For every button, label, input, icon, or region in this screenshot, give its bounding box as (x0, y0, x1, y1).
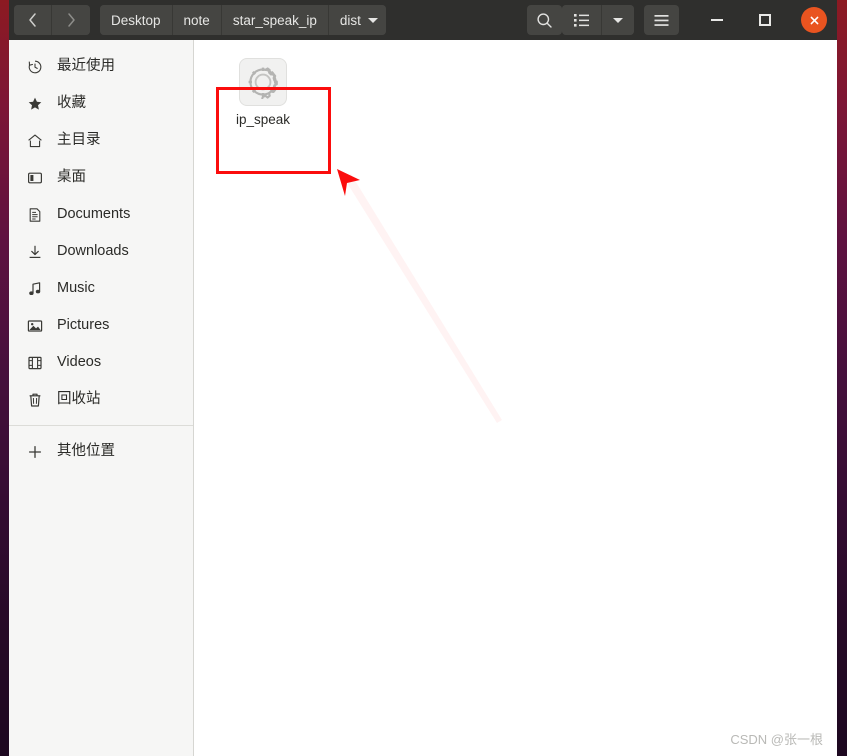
chevron-right-icon (67, 13, 75, 27)
maximize-button[interactable] (753, 8, 777, 32)
breadcrumb-label: star_speak_ip (232, 12, 317, 28)
search-button[interactable] (527, 5, 562, 35)
sidebar-item-label: Documents (57, 206, 131, 223)
maximize-icon (759, 14, 771, 26)
breadcrumb-label: note (183, 12, 210, 28)
sidebar-item-label: 回收站 (57, 391, 101, 408)
header-bar: Desktop note star_speak_ip dist (8, 0, 837, 40)
breadcrumb-item-desktop[interactable]: Desktop (100, 5, 173, 35)
sidebar-item-home[interactable]: 主目录 (8, 122, 193, 159)
search-icon (537, 12, 552, 28)
desktop-wallpaper-left (0, 0, 9, 756)
sidebar-item-pictures[interactable]: Pictures (8, 307, 193, 344)
sidebar-item-documents[interactable]: Documents (8, 196, 193, 233)
navigation-buttons (14, 5, 90, 35)
desktop-icon (26, 169, 43, 186)
plus-icon (26, 443, 43, 460)
file-manager-window: Desktop note star_speak_ip dist 最近使用 收藏 … (8, 0, 837, 756)
picture-icon (26, 317, 43, 334)
video-film-icon (26, 354, 43, 371)
file-grid: ip_speak (194, 40, 316, 136)
close-icon (810, 16, 818, 24)
document-icon (26, 206, 43, 223)
star-icon (26, 95, 43, 112)
sidebar-item-label: 主目录 (57, 132, 101, 149)
main-menu-button[interactable] (644, 5, 679, 35)
gear-executable-icon (239, 58, 287, 106)
file-item-ip-speak[interactable]: ip_speak (210, 50, 316, 136)
forward-button[interactable] (52, 5, 90, 35)
sidebar-item-label: 桌面 (57, 169, 86, 186)
back-button[interactable] (14, 5, 52, 35)
sidebar-item-trash[interactable]: 回收站 (8, 381, 193, 418)
breadcrumb-item-note[interactable]: note (172, 5, 222, 35)
view-controls (562, 5, 634, 35)
close-button[interactable] (801, 7, 827, 33)
sidebar-item-videos[interactable]: Videos (8, 344, 193, 381)
screen: Desktop note star_speak_ip dist 最近使用 收藏 … (0, 0, 847, 756)
sidebar-item-desktop[interactable]: 桌面 (8, 159, 193, 196)
sidebar-item-starred[interactable]: 收藏 (8, 85, 193, 122)
breadcrumb-label: Desktop (111, 12, 161, 28)
sidebar-item-label: Music (57, 280, 95, 297)
breadcrumb: Desktop note star_speak_ip dist (100, 5, 386, 35)
sidebar-item-label: Videos (57, 354, 102, 371)
breadcrumb-item-dist[interactable]: dist (328, 5, 386, 35)
window-body: 最近使用 收藏 主目录 桌面 Documents Downloads Music… (8, 40, 837, 756)
annotation-arrow (337, 169, 502, 423)
file-label: ip_speak (235, 112, 291, 127)
clock-history-icon (26, 58, 43, 75)
desktop-wallpaper-right (837, 0, 847, 756)
watermark: CSDN @张一根 (730, 732, 823, 747)
home-icon (26, 132, 43, 149)
breadcrumb-label: dist (339, 12, 361, 28)
sidebar-item-label: Pictures (57, 317, 110, 334)
sidebar-divider (8, 425, 193, 426)
chevron-down-icon (367, 17, 378, 23)
breadcrumb-item-star-speak-ip[interactable]: star_speak_ip (221, 5, 329, 35)
sidebar-item-label: 收藏 (57, 95, 86, 112)
sidebar: 最近使用 收藏 主目录 桌面 Documents Downloads Music… (8, 40, 194, 756)
sidebar-item-label: Downloads (57, 243, 129, 260)
list-view-button[interactable] (562, 5, 602, 35)
download-icon (26, 243, 43, 260)
view-options-button[interactable] (602, 5, 634, 35)
file-list-area[interactable]: ip_speak (194, 40, 837, 756)
window-controls (705, 7, 831, 33)
music-note-icon (26, 280, 43, 297)
sidebar-item-music[interactable]: Music (8, 270, 193, 307)
minimize-button[interactable] (705, 8, 729, 32)
hamburger-menu-icon (654, 14, 669, 26)
sidebar-item-other-locations[interactable]: 其他位置 (8, 433, 193, 470)
chevron-down-icon (613, 17, 623, 23)
list-view-icon (574, 14, 589, 27)
sidebar-item-recent[interactable]: 最近使用 (8, 48, 193, 85)
trash-icon (26, 391, 43, 408)
chevron-left-icon (29, 13, 36, 27)
sidebar-item-label: 最近使用 (57, 58, 115, 75)
sidebar-item-label: 其他位置 (57, 443, 115, 460)
sidebar-item-downloads[interactable]: Downloads (8, 233, 193, 270)
minimize-icon (711, 19, 723, 21)
